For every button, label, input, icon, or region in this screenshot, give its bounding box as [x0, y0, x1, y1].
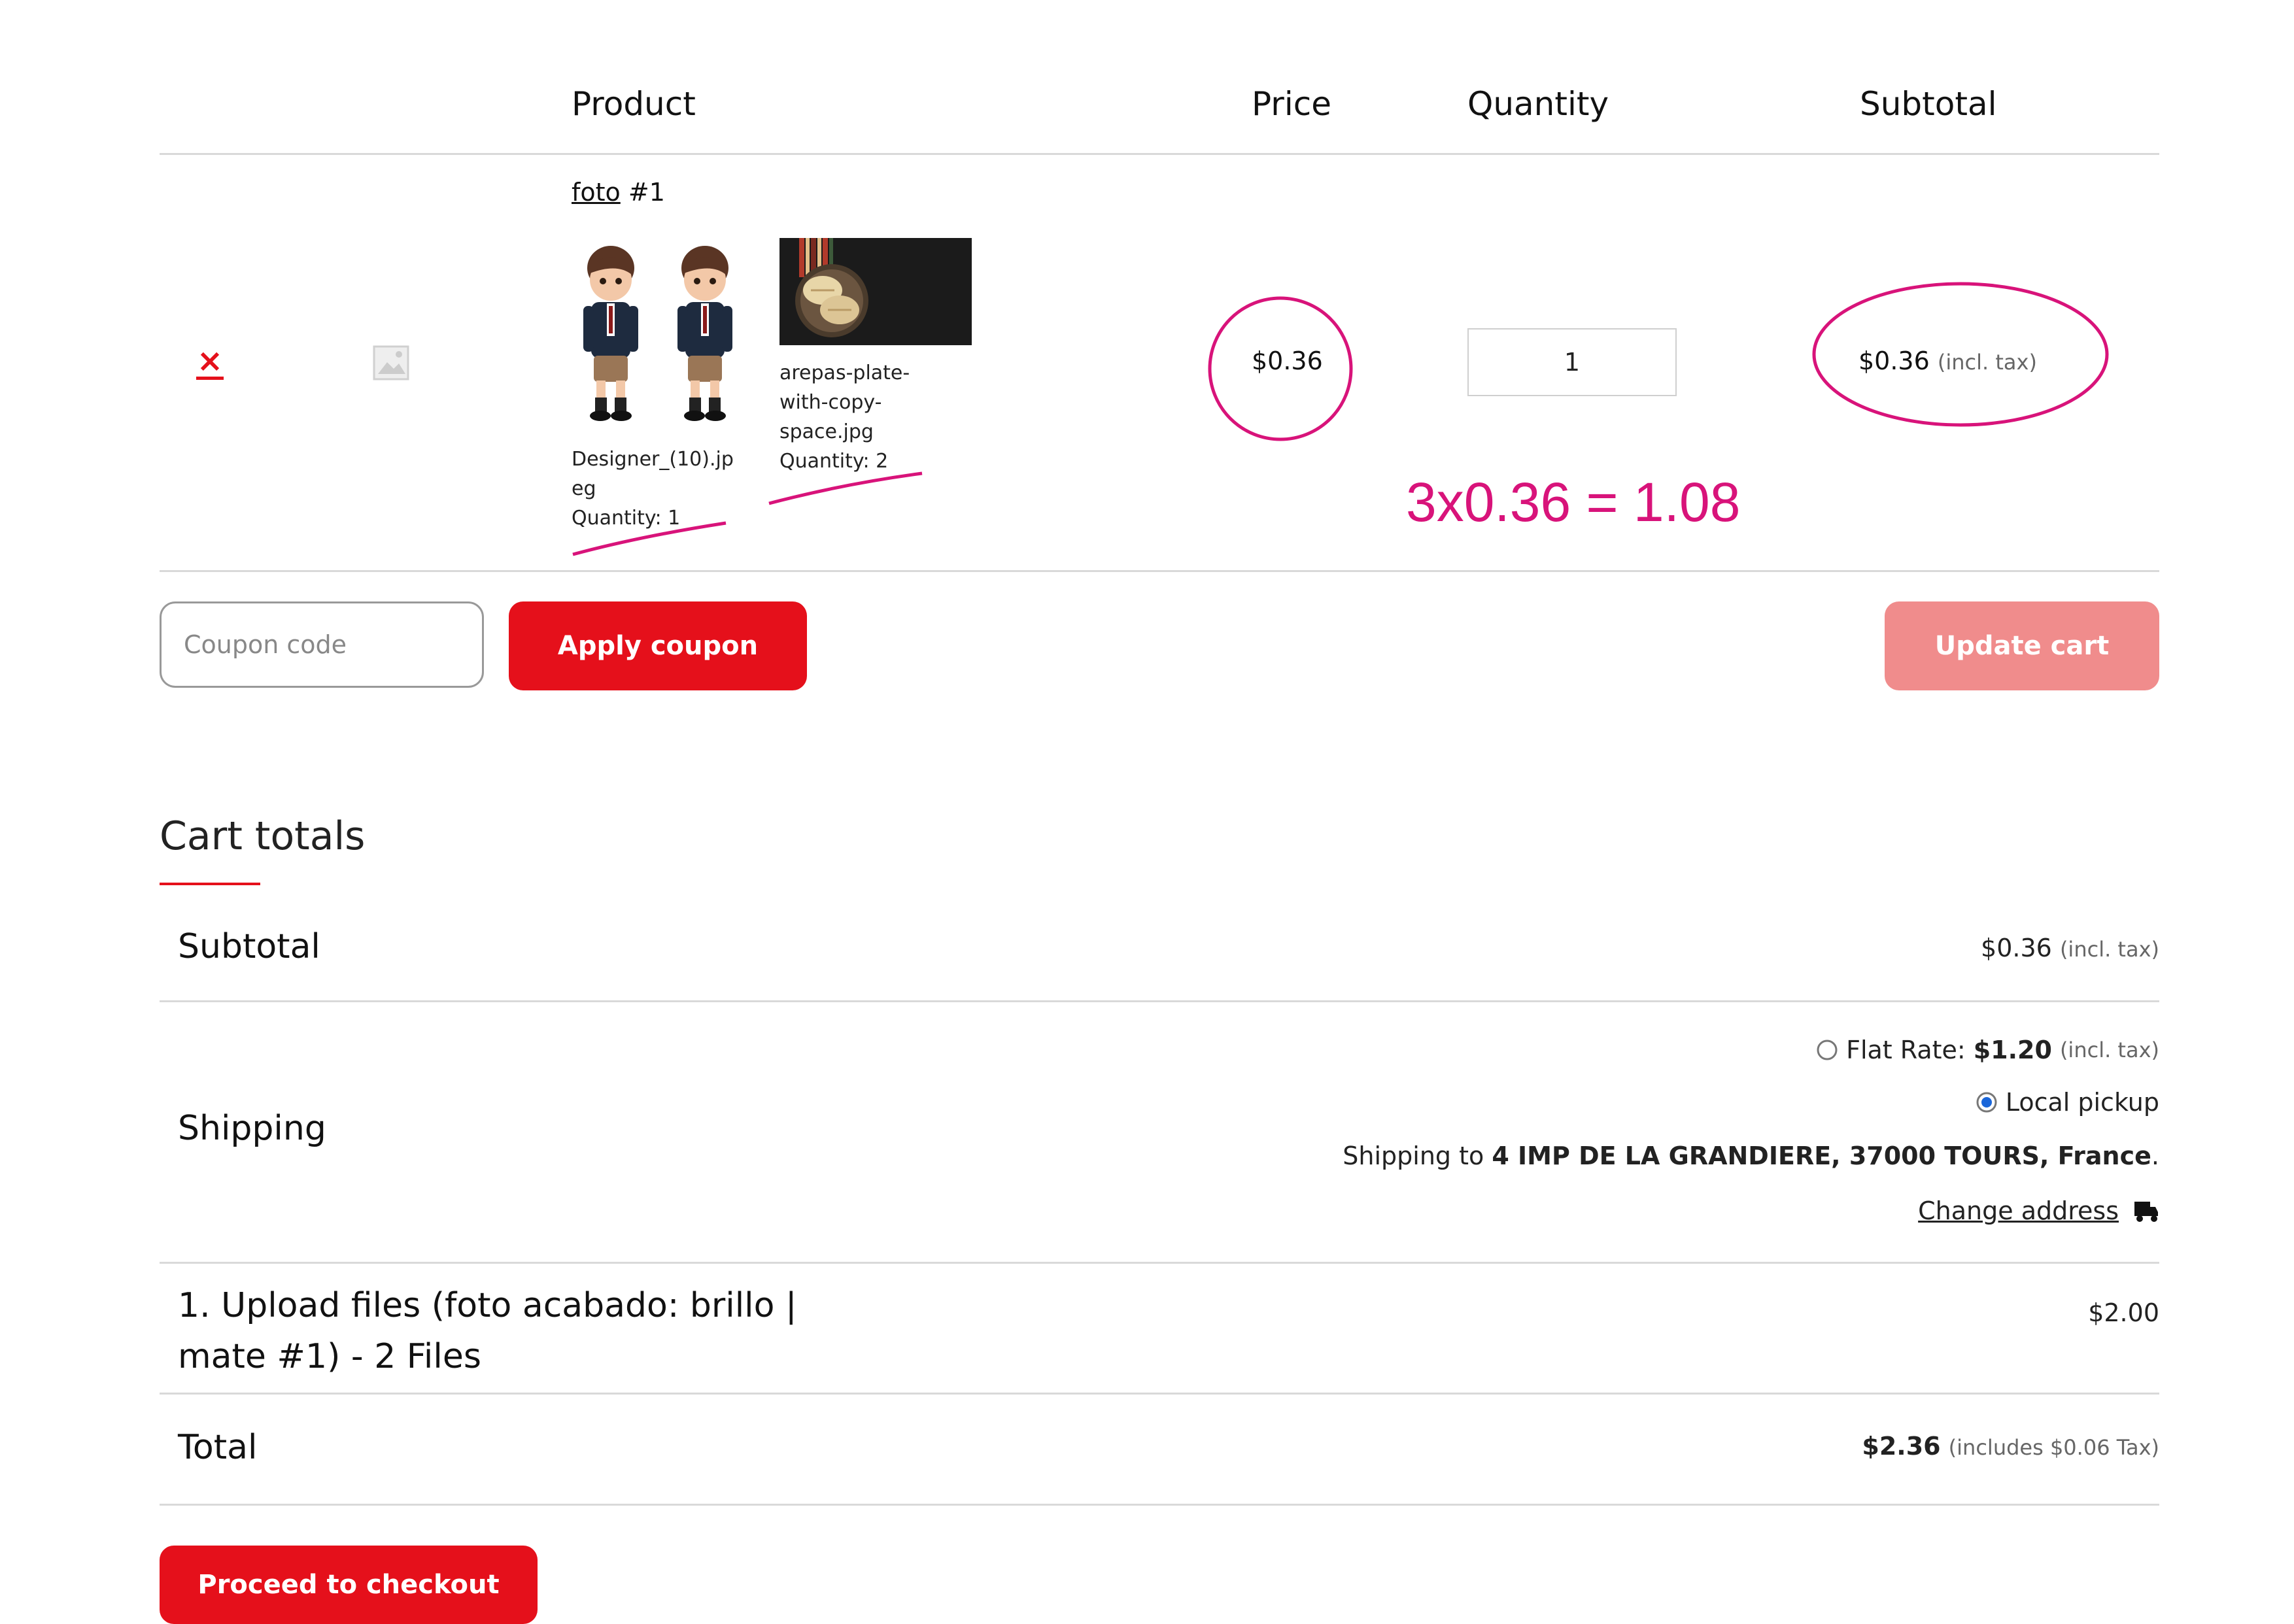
- truck-icon: [2134, 1202, 2158, 1222]
- proceed-to-checkout-button[interactable]: Proceed to checkout: [160, 1546, 538, 1624]
- local-pickup-radio[interactable]: [1976, 1091, 1998, 1113]
- shipping-destination: Shipping to 4 IMP DE LA GRANDIERE, 37000…: [1343, 1142, 2159, 1170]
- file-item-arepas: arepas-plate- with-copy- space.jpg Quant…: [779, 358, 910, 476]
- file-item-designer: Designer_(10).jp eg Quantity: 1: [572, 445, 734, 533]
- uploaded-image-designer: [583, 246, 732, 421]
- shipping-address: 4 IMP DE LA GRANDIERE, 37000 TOURS, Fran…: [1492, 1142, 2151, 1170]
- column-header-product: Product: [572, 85, 696, 123]
- totals-subtotal-value: $0.36 (incl. tax): [1981, 934, 2159, 962]
- local-pickup-label: Local pickup: [2005, 1088, 2159, 1117]
- item-subtotal-tax-note: (incl. tax): [1937, 350, 2037, 375]
- apply-coupon-button[interactable]: Apply coupon: [509, 601, 807, 690]
- totals-subtotal-amount: $0.36: [1981, 934, 2052, 962]
- file-quantity: Quantity: 1: [572, 507, 681, 530]
- totals-subtotal-tax-note: (incl. tax): [2059, 937, 2159, 962]
- shipping-to-prefix: Shipping to: [1343, 1142, 1484, 1170]
- shipping-label: Shipping: [178, 1109, 326, 1148]
- header-divider: [160, 153, 2159, 155]
- file-name-line: space.jpg: [779, 420, 874, 443]
- column-header-subtotal: Subtotal: [1860, 85, 1997, 123]
- shipping-option-local-pickup[interactable]: Local pickup: [1976, 1088, 2159, 1117]
- total-tax-note: (includes $0.06 Tax): [1948, 1435, 2159, 1460]
- coupon-code-input[interactable]: Coupon code: [160, 601, 484, 688]
- calculation-annotation: 3x0.36 = 1.08: [1406, 471, 1741, 533]
- column-header-price: Price: [1252, 85, 1331, 123]
- product-title-link[interactable]: foto: [572, 178, 621, 207]
- totals-divider: [160, 1000, 2159, 1002]
- upload-files-fee-value: $2.00: [2088, 1298, 2159, 1327]
- file-name-line: arepas-plate-: [779, 362, 910, 384]
- cart-totals-underline: [160, 883, 260, 885]
- item-row-divider: [160, 570, 2159, 572]
- file-name-line: with-copy-: [779, 391, 882, 414]
- file-name-line: eg: [572, 477, 596, 500]
- update-cart-button[interactable]: Update cart: [1885, 601, 2159, 690]
- change-address-label[interactable]: Change address: [1918, 1196, 2119, 1225]
- shipping-divider: [160, 1262, 2159, 1264]
- file2-underline-annotation: [768, 471, 923, 505]
- product-title: foto #1: [572, 178, 665, 207]
- column-header-quantity: Quantity: [1467, 85, 1609, 123]
- flat-rate-tax-note: (incl. tax): [2059, 1038, 2159, 1062]
- item-price: $0.36: [1252, 347, 1323, 375]
- total-value: $2.36 (includes $0.06 Tax): [1862, 1432, 2159, 1461]
- upload-files-fee-label: 1. Upload files (foto acabado: brillo | …: [178, 1280, 797, 1382]
- totals-subtotal-label: Subtotal: [178, 927, 320, 966]
- product-title-suffix: #1: [628, 178, 665, 207]
- flat-rate-label: Flat Rate:: [1846, 1036, 1966, 1064]
- file-quantity: Quantity: 2: [779, 450, 889, 473]
- total-divider: [160, 1504, 2159, 1506]
- fee-label-line: 1. Upload files (foto acabado: brillo |: [178, 1286, 797, 1325]
- fee-divider: [160, 1393, 2159, 1395]
- quantity-input[interactable]: 1: [1467, 328, 1677, 396]
- cart-totals-heading: Cart totals: [160, 813, 366, 859]
- total-amount: $2.36: [1862, 1432, 1941, 1461]
- flat-rate-amount: $1.20: [1973, 1036, 2052, 1064]
- change-address-link[interactable]: Change address: [1918, 1196, 2159, 1225]
- item-subtotal-value: $0.36: [1858, 347, 1930, 375]
- flat-rate-radio[interactable]: [1816, 1039, 1838, 1061]
- total-label: Total: [178, 1428, 258, 1467]
- product-thumbnail-placeholder-icon[interactable]: [373, 345, 409, 381]
- remove-item-button[interactable]: ×: [196, 345, 224, 380]
- file-name-line: Designer_(10).jp: [572, 448, 734, 471]
- shipping-option-flat-rate[interactable]: Flat Rate: $1.20 (incl. tax): [1816, 1036, 2159, 1064]
- uploaded-image-arepas: [779, 238, 972, 345]
- item-subtotal: $0.36 (incl. tax): [1858, 347, 2037, 375]
- fee-label-line: mate #1) - 2 Files: [178, 1337, 481, 1376]
